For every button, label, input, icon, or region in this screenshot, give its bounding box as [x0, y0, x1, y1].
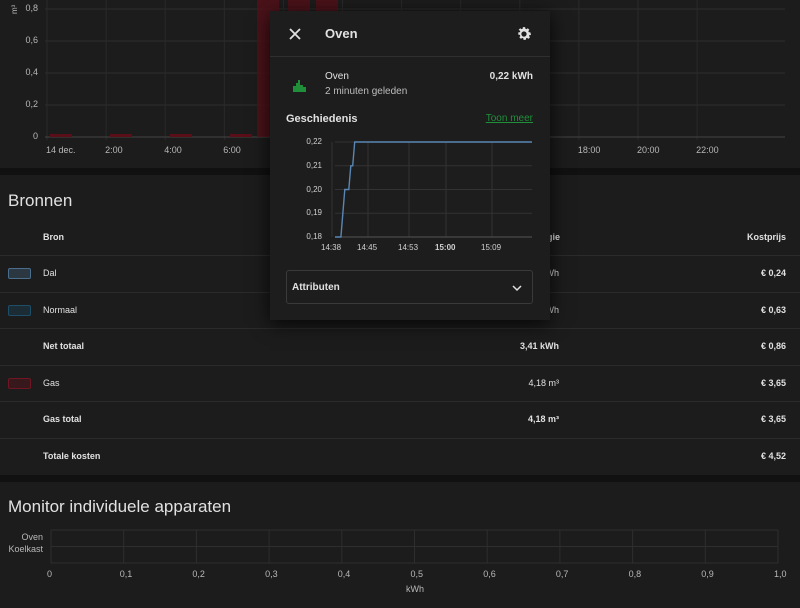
- source-energy: 3,41 kWh: [519, 341, 559, 351]
- x-axis-tick: 0,1: [119, 569, 133, 579]
- x-axis-tick: 0,3: [265, 569, 278, 579]
- history-x-tick: 15:09: [481, 243, 502, 252]
- gear-icon: [518, 27, 532, 40]
- sources-title: Bronnen: [8, 191, 73, 210]
- x-axis-tick: 0,5: [410, 569, 424, 579]
- device-usage-chart: [50, 529, 779, 564]
- close-button[interactable]: [286, 25, 304, 43]
- x-axis-tick: 2:00: [105, 145, 123, 155]
- settings-button[interactable]: [515, 25, 533, 43]
- column-header-source: Bron: [43, 232, 64, 242]
- entity-name: Oven: [325, 71, 349, 82]
- entity-icon-shape: [293, 80, 306, 92]
- x-axis-tick: 0,9: [701, 569, 714, 579]
- show-more-link[interactable]: Toon meer: [486, 113, 533, 124]
- y-axis-tick: 0,8: [25, 3, 38, 13]
- x-axis-tick: 0,8: [628, 569, 642, 579]
- x-axis-tick: 14 dec.: [46, 145, 76, 155]
- history-x-tick: 14:38: [321, 243, 342, 252]
- x-axis-tick: 0: [47, 569, 53, 579]
- history-y-tick: 0,22: [306, 137, 322, 146]
- chart-bar-icon: [292, 77, 308, 93]
- x-axis-tick: 0,4: [337, 569, 351, 579]
- close-icon: [289, 28, 301, 40]
- source-cost: € 0,63: [760, 305, 786, 315]
- usage-bar[interactable]: [230, 134, 252, 137]
- history-y-tick: 0,19: [306, 208, 322, 218]
- x-axis-tick: 18:00: [577, 145, 601, 155]
- entity-last-changed: 2 minuten geleden: [325, 86, 408, 97]
- entity-more-info-dialog: Oven Oven 2 minuten geleden 0,22 kWh Ges…: [270, 11, 550, 320]
- device-monitor-card: Monitor individuele apparaten Oven Koelka…: [0, 482, 800, 608]
- chevron-down-icon: [512, 285, 522, 292]
- source-color-swatch: [8, 378, 31, 389]
- entity-state: 0,22 kWh: [489, 71, 533, 82]
- source-color-swatch: [8, 305, 31, 316]
- source-cost: € 0,86: [760, 341, 786, 351]
- source-label: Gas total: [43, 414, 82, 424]
- y-axis-tick: 0: [32, 131, 38, 141]
- source-label: Gas: [43, 378, 60, 388]
- x-axis-label: kWh: [406, 584, 424, 594]
- attributes-label: Attributen: [292, 282, 340, 293]
- source-cost: € 0,24: [760, 268, 786, 278]
- source-label: Normaal: [43, 305, 78, 315]
- device-label: Koelkast: [8, 544, 43, 554]
- history-x-tick: 14:45: [357, 243, 378, 252]
- source-cost: € 4,52: [760, 451, 786, 461]
- table-row: Totale kosten € 4,52: [0, 438, 800, 475]
- x-axis-tick: 0,7: [555, 569, 569, 579]
- column-header-cost: Kostprijs: [746, 232, 786, 242]
- y-axis-tick: 0,4: [25, 67, 38, 77]
- y-axis-tick: 0,2: [25, 99, 38, 109]
- source-cost: € 3,65: [760, 378, 786, 388]
- source-cost: € 3,65: [760, 414, 786, 424]
- source-energy: 4,18 m³: [527, 414, 559, 424]
- history-title: Geschiedenis: [286, 113, 358, 125]
- y-axis-tick: 0,6: [25, 35, 38, 45]
- source-color-swatch: [8, 268, 31, 279]
- device-label: Oven: [21, 532, 43, 542]
- table-row: Gas 4,18 m³ € 3,65: [0, 365, 800, 402]
- history-y-tick: 0,20: [306, 184, 322, 194]
- table-row: Net totaal 3,41 kWh € 0,86: [0, 328, 800, 365]
- attributes-expander[interactable]: Attributen: [286, 270, 533, 304]
- history-y-tick: 0,18: [306, 232, 322, 241]
- y-axis-unit: m³: [10, 4, 19, 14]
- source-label: Dal: [43, 268, 57, 278]
- x-axis-tick: 22:00: [696, 145, 719, 155]
- x-axis-tick: 20:00: [637, 145, 660, 155]
- x-axis-tick: 4:00: [164, 145, 182, 155]
- x-axis-tick: 0,6: [483, 569, 496, 579]
- history-y-tick: 0,21: [306, 160, 322, 170]
- history-x-tick: 15:00: [435, 243, 456, 252]
- source-energy: 4,18 m³: [528, 378, 559, 388]
- source-label: Totale kosten: [43, 451, 101, 461]
- x-axis-tick: 0,2: [192, 569, 205, 579]
- source-label: Net totaal: [43, 341, 85, 351]
- table-row: Gas total 4,18 m³ € 3,65: [0, 401, 800, 438]
- x-axis-tick: 6:00: [223, 145, 241, 155]
- usage-bar[interactable]: [170, 134, 192, 137]
- history-x-tick: 14:53: [398, 243, 419, 252]
- dialog-title: Oven: [325, 26, 358, 41]
- x-axis-tick: 1,0: [774, 569, 787, 579]
- usage-bar[interactable]: [50, 134, 72, 137]
- usage-bar[interactable]: [110, 134, 132, 137]
- history-chart: [331, 141, 532, 238]
